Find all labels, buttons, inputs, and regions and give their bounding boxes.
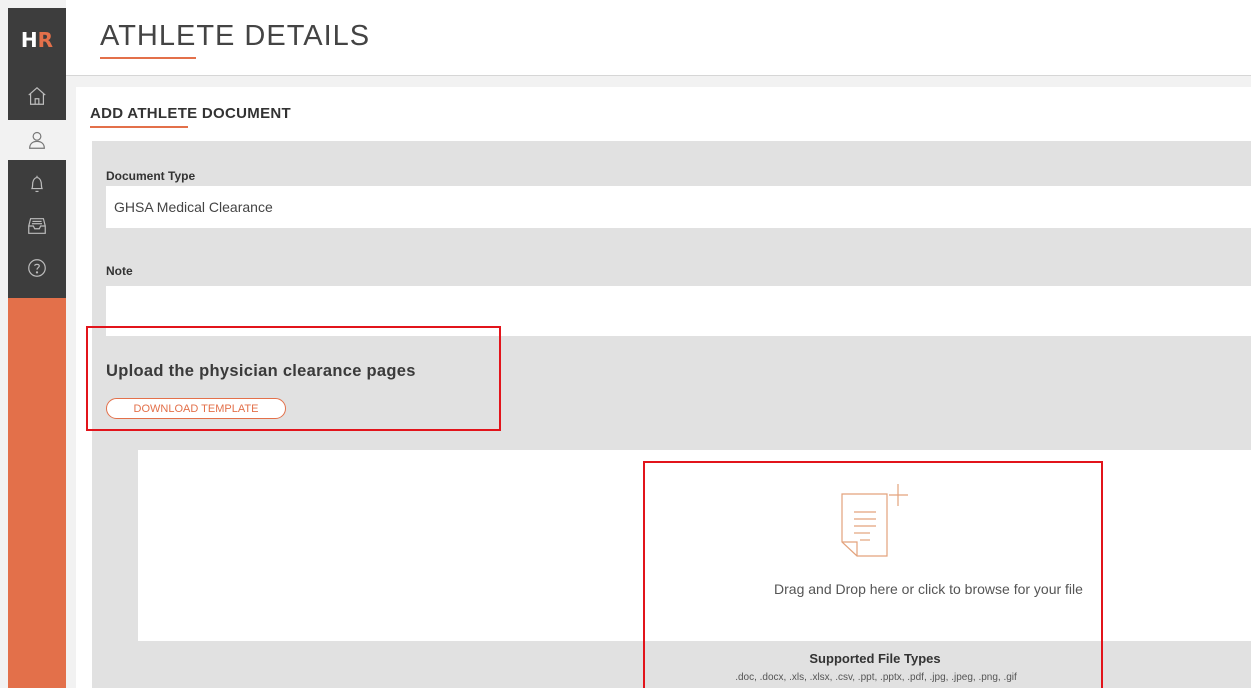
- card-title: ADD ATHLETE DOCUMENT: [90, 105, 291, 122]
- dropzone-text: Drag and Drop here or click to browse fo…: [138, 581, 1251, 597]
- sidebar-item-help[interactable]: [8, 248, 66, 288]
- sidebar-nav: HR: [8, 8, 66, 298]
- logo-letter-r: R: [37, 28, 54, 52]
- logo[interactable]: HR: [8, 8, 66, 72]
- bell-icon: [30, 175, 44, 193]
- logo-letter-h: H: [20, 28, 38, 52]
- title-underline: [100, 57, 196, 59]
- inbox-icon: [28, 218, 46, 234]
- sidebar: HR: [8, 8, 66, 688]
- note-input[interactable]: [106, 286, 1251, 336]
- page-title: ATHLETE DETAILS: [100, 20, 371, 52]
- document-form: Document Type GHSA Medical Clearance Not…: [92, 141, 1251, 688]
- sidebar-item-home[interactable]: [8, 76, 66, 116]
- card-title-underline: [90, 126, 188, 128]
- home-icon: [28, 86, 46, 105]
- supported-file-types-list: .doc, .docx, .xls, .xlsx, .csv, .ppt, .p…: [735, 672, 1017, 683]
- sidebar-item-inbox[interactable]: [8, 206, 66, 246]
- dropzone-instructions: Drag and Drop here or click to browse fo…: [774, 581, 1083, 597]
- upload-heading: Upload the physician clearance pages: [106, 362, 416, 380]
- user-icon: [29, 131, 45, 149]
- document-type-select[interactable]: GHSA Medical Clearance: [106, 186, 1251, 228]
- document-type-label: Document Type: [106, 169, 196, 183]
- sidebar-item-athletes[interactable]: [8, 120, 66, 160]
- page-header: ATHLETE DETAILS: [66, 0, 1251, 76]
- download-template-button[interactable]: DOWNLOAD TEMPLATE: [106, 398, 286, 419]
- supported-file-types-title: Supported File Types: [809, 651, 941, 666]
- file-dropzone[interactable]: Drag and Drop here or click to browse fo…: [138, 450, 1251, 641]
- note-label: Note: [106, 264, 133, 278]
- sidebar-item-notifications[interactable]: [8, 164, 66, 204]
- help-icon: [28, 259, 46, 277]
- document-add-icon: [841, 484, 908, 557]
- add-document-card: ADD ATHLETE DOCUMENT Document Type GHSA …: [76, 87, 1251, 688]
